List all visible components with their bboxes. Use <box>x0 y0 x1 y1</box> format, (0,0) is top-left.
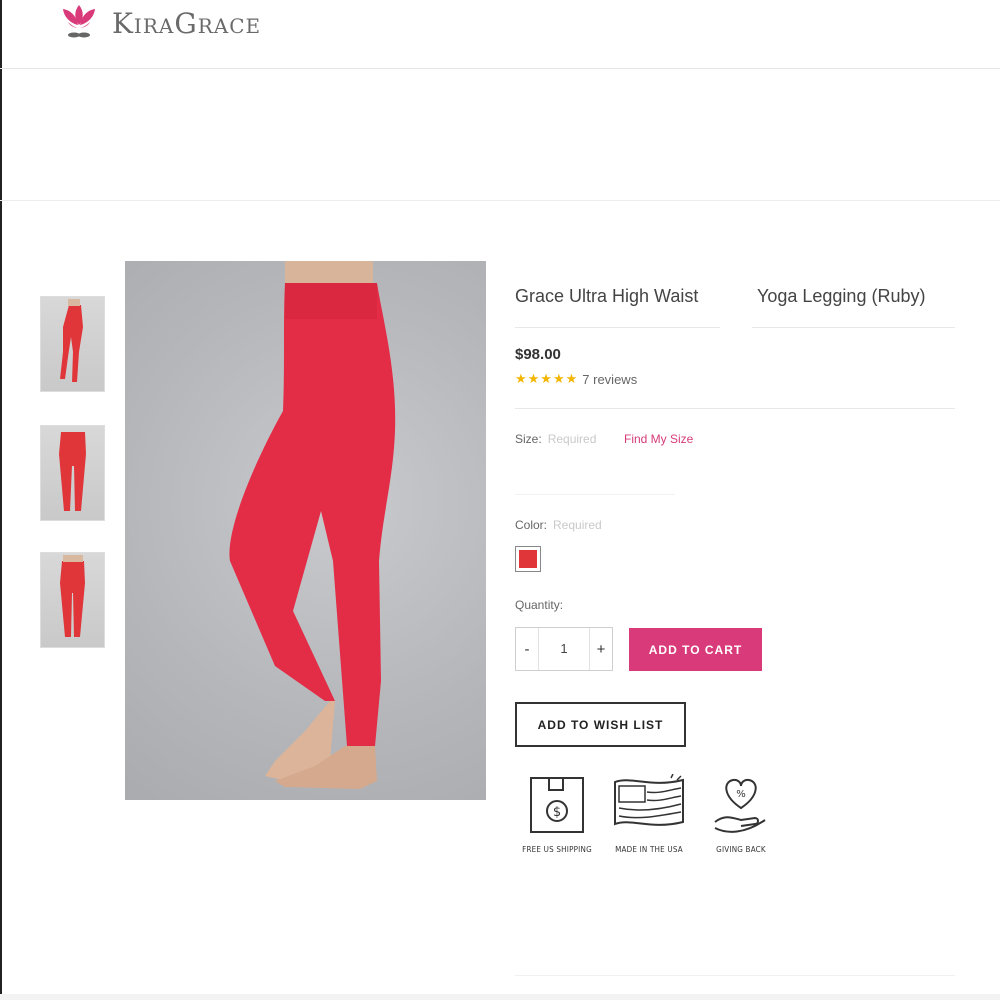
quantity-stepper: - 1 + <box>515 627 613 671</box>
badge-free-shipping: $ FREE US SHIPPING <box>517 774 597 854</box>
heart-hand-icon: % <box>714 778 766 833</box>
swatch-fill <box>519 550 537 568</box>
thumbnail-front-full[interactable] <box>40 552 105 648</box>
logo-text: KiraGrace <box>112 6 262 40</box>
product-title-continued: Yoga Legging (Ruby) <box>757 286 925 307</box>
star-rating-icon: ★★★★★ <box>515 371 579 386</box>
color-swatch-ruby[interactable] <box>515 546 541 572</box>
badge-made-in-usa: MADE IN THE USA <box>605 774 693 854</box>
color-label-text: Color: <box>515 518 548 532</box>
add-to-cart-button[interactable]: ADD TO CART <box>629 628 762 671</box>
product-title-part-1: Grace Ultra High Waist <box>515 286 699 306</box>
add-to-wish-list-button[interactable]: ADD TO WISH LIST <box>515 702 686 747</box>
header-divider <box>0 200 1000 201</box>
increase-quantity-button[interactable]: + <box>590 641 612 658</box>
badge-giving-back: % GIVING BACK <box>705 774 777 854</box>
size-label: Size: Required <box>515 432 596 446</box>
site-header: KiraGrace <box>0 0 1000 69</box>
badge-label: GIVING BACK <box>716 845 766 854</box>
decrease-quantity-button[interactable]: - <box>516 641 538 658</box>
title-rule-right <box>752 327 955 328</box>
color-label: Color: Required <box>515 518 602 532</box>
product-title: Grace Ultra High Waist <box>515 286 698 307</box>
footer-rule <box>515 975 955 976</box>
badge-label: MADE IN THE USA <box>615 845 683 854</box>
legging-photo <box>229 261 396 789</box>
box-dollar-icon: $ <box>530 777 584 833</box>
size-required: Required <box>547 432 597 446</box>
color-required: Required <box>553 518 602 532</box>
size-options[interactable] <box>515 470 675 495</box>
thumbnail-image <box>60 299 83 382</box>
quantity-label: Quantity: <box>515 598 564 612</box>
badge-label: FREE US SHIPPING <box>522 845 592 854</box>
size-label-text: Size: <box>515 432 542 446</box>
thumbnail-front[interactable] <box>40 425 105 521</box>
product-title-part-2: Yoga Legging (Ruby) <box>757 286 926 306</box>
title-rule-left <box>515 327 720 328</box>
svg-text:$: $ <box>553 805 561 820</box>
price-rule <box>515 408 955 409</box>
footer-bar <box>0 994 1000 1000</box>
us-flag-icon <box>614 774 684 826</box>
title-gap <box>724 280 754 314</box>
thumbnail-side[interactable] <box>40 296 105 392</box>
review-count[interactable]: 7 reviews <box>582 372 637 387</box>
product-price: $98.00 <box>515 346 561 363</box>
lotus-logo-icon <box>63 5 95 38</box>
thumbnail-image <box>60 555 85 637</box>
svg-text:%: % <box>736 789 746 800</box>
quantity-input[interactable]: 1 <box>538 628 590 670</box>
thumbnail-image <box>59 432 86 511</box>
logo[interactable]: KiraGrace <box>56 0 261 46</box>
window-edge <box>0 0 2 1000</box>
product-image[interactable] <box>125 261 486 800</box>
rating[interactable]: ★★★★★ 7 reviews <box>515 371 637 387</box>
find-my-size-link[interactable]: Find My Size <box>624 432 693 446</box>
